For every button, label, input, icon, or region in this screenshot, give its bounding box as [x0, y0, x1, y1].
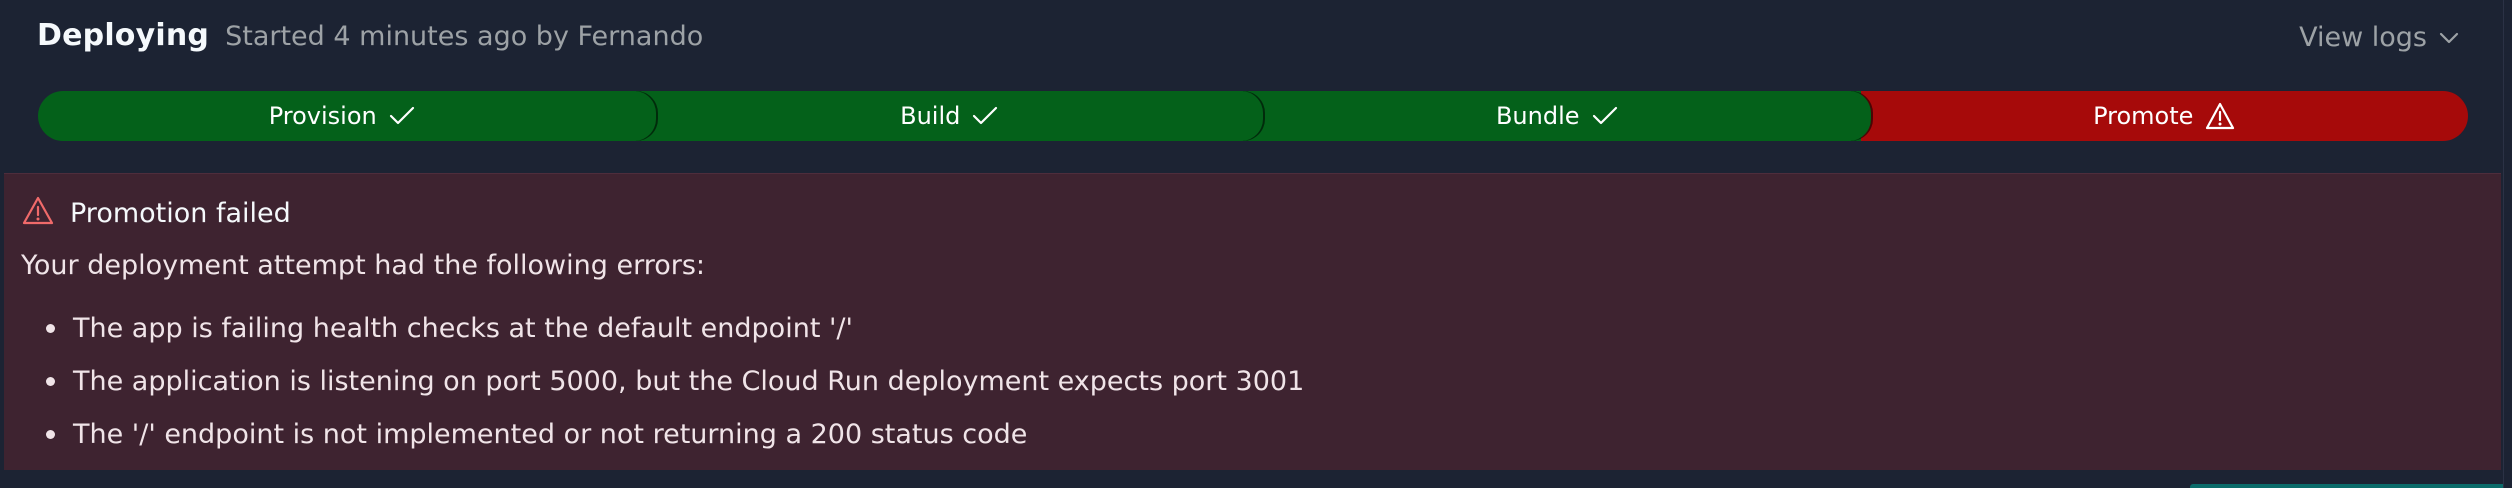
error-item-text: The app is failing health checks at the …	[73, 313, 853, 344]
check-icon	[389, 106, 415, 126]
step-promote[interactable]: Promote	[1848, 91, 2468, 141]
deployment-header: Deploying Started 4 minutes ago by Ferna…	[0, 0, 2503, 172]
title-row: Deploying Started 4 minutes ago by Ferna…	[37, 18, 703, 64]
step-label: Provision	[268, 102, 377, 130]
list-item: The '/' endpoint is not implemented or n…	[24, 408, 1304, 461]
bottom-divider	[0, 470, 2512, 488]
deployment-subtitle: Started 4 minutes ago by Fernando	[225, 21, 704, 52]
step-label: Build	[900, 102, 961, 130]
view-logs-label: View logs	[2299, 22, 2427, 53]
step-label: Bundle	[1495, 102, 1580, 130]
list-item: The application is listening on port 500…	[24, 355, 1304, 408]
step-bundle[interactable]: Bundle	[1241, 91, 1861, 141]
error-title: Promotion failed	[70, 197, 291, 229]
warning-icon	[2205, 102, 2235, 130]
bullet	[46, 430, 55, 439]
step-label: Promote	[2093, 102, 2194, 130]
check-icon	[1592, 106, 1618, 126]
error-panel: Promotion failed Your deployment attempt…	[4, 173, 2501, 470]
bottom-accent-bar	[2190, 484, 2512, 488]
error-item-text: The application is listening on port 500…	[73, 366, 1305, 397]
warning-icon	[22, 196, 54, 230]
list-item: The app is failing health checks at the …	[24, 302, 1304, 355]
chevron-down-icon	[2439, 32, 2459, 44]
deployment-screen: Deploying Started 4 minutes ago by Ferna…	[0, 0, 2512, 488]
bullet	[46, 324, 55, 333]
right-scroll-edge	[2503, 0, 2512, 488]
page-title: Deploying	[37, 18, 210, 53]
step-provision[interactable]: Provision	[38, 91, 646, 141]
view-logs-button[interactable]: View logs	[2299, 22, 2459, 53]
deployment-progress-bar: Provision Build Bundle Promote	[38, 91, 2468, 141]
bullet	[46, 377, 55, 386]
check-icon	[972, 106, 998, 126]
error-title-row: Promotion failed	[22, 196, 291, 230]
error-item-text: The '/' endpoint is not implemented or n…	[73, 419, 1028, 450]
error-list: The app is failing health checks at the …	[24, 302, 1304, 461]
error-intro: Your deployment attempt had the followin…	[21, 250, 706, 281]
step-build[interactable]: Build	[633, 91, 1253, 141]
